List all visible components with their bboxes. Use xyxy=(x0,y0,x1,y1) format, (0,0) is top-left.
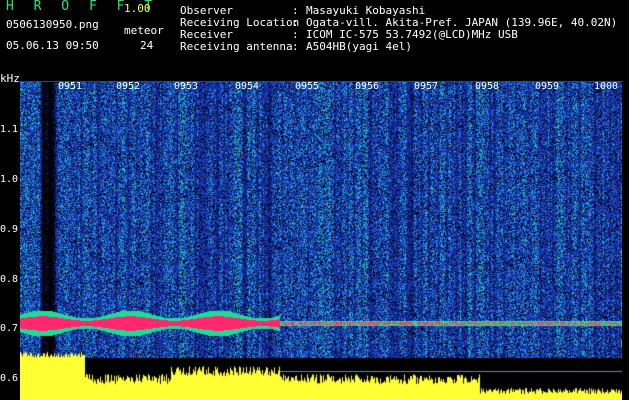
antenna-value: A504HB(yagi 4el) xyxy=(306,40,412,53)
meteor-label: meteor xyxy=(124,24,164,37)
time-mark: 0959 xyxy=(535,81,560,92)
meteor-count: 24 xyxy=(140,39,154,52)
time-mark: 0954 xyxy=(235,81,260,92)
time-mark: 0958 xyxy=(475,81,500,92)
y-tick-label: 0.7 xyxy=(0,323,19,334)
y-tick-label: 1.0 xyxy=(0,174,19,185)
y-tick-label: 0.8 xyxy=(0,274,19,285)
time-mark: 0957 xyxy=(414,81,439,92)
y-tick-label: 1.1 xyxy=(0,124,19,135)
date-time: 05.06.13 09:50 xyxy=(6,39,99,52)
frequency-unit-label: kHz xyxy=(0,72,20,85)
time-mark: 0953 xyxy=(174,81,199,92)
file-name: 0506130950.png xyxy=(6,18,99,31)
antenna-label: Receiving antenna xyxy=(180,40,293,53)
time-mark: 0956 xyxy=(355,81,380,92)
time-mark: 0952 xyxy=(116,81,141,92)
y-tick-label: 0.6 xyxy=(0,373,19,384)
y-tick-label: 0.9 xyxy=(0,224,19,235)
time-mark: 1000 xyxy=(594,81,619,92)
time-mark: 0951 xyxy=(58,81,83,92)
antenna-separator: : xyxy=(292,40,299,53)
spectrogram-canvas xyxy=(20,82,622,400)
app-version: 1.00 xyxy=(124,2,151,15)
time-mark: 0955 xyxy=(295,81,320,92)
